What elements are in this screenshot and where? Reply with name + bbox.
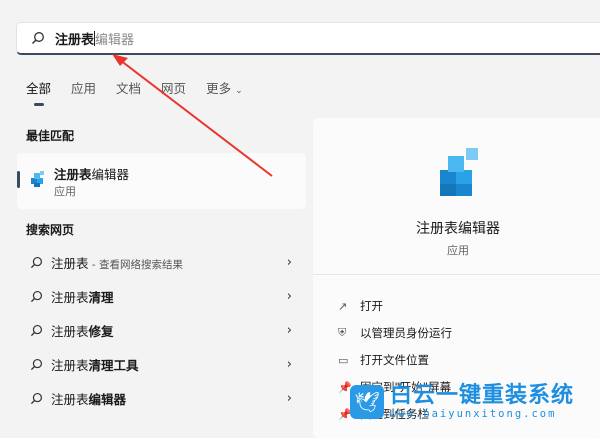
watermark: 🕊 白云一键重装系统 www.baiyunxitong.com	[350, 384, 574, 420]
watermark-url: www.baiyunxitong.com	[390, 408, 557, 420]
red-arrow-annotation	[112, 54, 273, 177]
bird-logo-icon: 🕊	[350, 385, 384, 419]
watermark-name: 白云一键重装系统	[390, 383, 575, 408]
